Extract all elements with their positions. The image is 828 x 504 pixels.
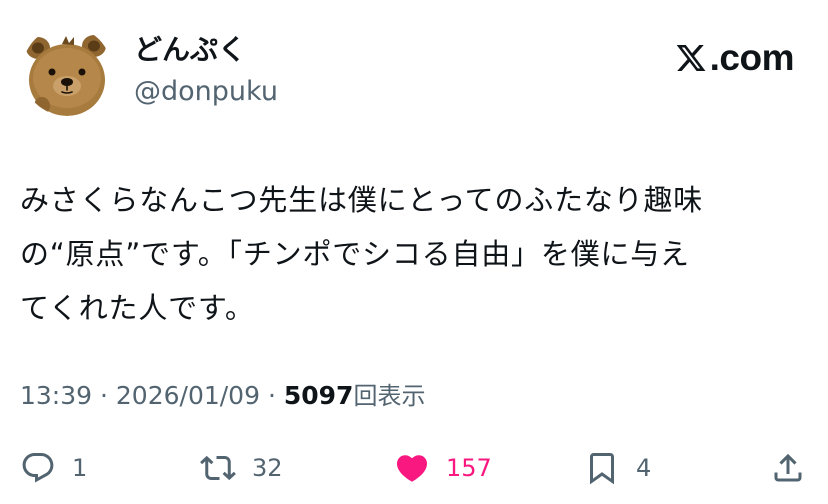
like-button[interactable]: 157 [394,444,492,492]
share-button[interactable] [770,444,806,492]
bookmark-count: 4 [636,454,652,482]
heart-icon [396,455,428,482]
bear-avatar-icon [22,26,112,116]
bookmark-icon [590,453,614,485]
reply-icon [22,453,54,483]
display-name[interactable]: どんぷく [134,32,246,68]
retweet-button[interactable]: 32 [200,444,283,492]
tweet-meta: 13:39 · 2026/01/09 · 5097回表示 [20,378,425,414]
views-label: 回表示 [353,382,426,410]
meta-separator: · [267,381,276,410]
meta-separator: · [100,381,108,410]
avatar[interactable] [22,26,112,116]
retweet-count: 32 [252,454,283,482]
tweet-line: てくれた人です。 [20,291,255,325]
share-icon [774,453,802,482]
post-time[interactable]: 13:39 [20,381,92,410]
post-date[interactable]: 2026/01/09 [116,381,260,410]
tweet-line: みさくらなんこつ先生は僕にとってのふたなり趣味 [20,183,704,217]
views-count: 5097 [283,381,354,410]
bookmark-button[interactable]: 4 [584,444,651,492]
retweet-icon [200,455,236,481]
reply-count: 1 [72,454,88,482]
site-domain-text: .com [709,37,795,78]
action-bar: 1 32 157 4 [0,444,828,492]
like-count: 157 [446,454,492,482]
tweet-text: みさくらなんこつ先生は僕にとってのふたなり趣味 の“原点”です。「チンポでシコる… [20,173,820,335]
x-logo-icon [676,45,706,71]
tweet-line: の“原点”です。「チンポでシコる自由」を僕に与え [20,237,690,271]
site-logo: .com [674,37,795,78]
user-handle[interactable]: @donpuku [134,74,278,110]
reply-button[interactable]: 1 [20,444,87,492]
